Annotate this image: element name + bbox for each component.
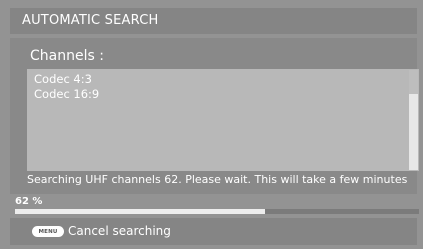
title-bar: AUTOMATIC SEARCH — [10, 8, 417, 34]
cancel-searching-button[interactable]: Cancel searching — [68, 224, 171, 238]
menu-key-icon: MENU — [32, 226, 64, 237]
list-item[interactable]: Codec 4:3 — [34, 72, 92, 86]
scrollbar[interactable] — [409, 70, 418, 170]
main-panel: Channels : Codec 4:3 Codec 16:9 Searchin… — [10, 38, 419, 194]
progress-fill — [15, 209, 266, 214]
scroll-thumb[interactable] — [409, 70, 418, 94]
dialog-frame: AUTOMATIC SEARCH Channels : Codec 4:3 Co… — [0, 0, 423, 249]
menu-key-label: MENU — [38, 228, 58, 235]
channels-label: Channels : — [30, 48, 104, 64]
page-title: AUTOMATIC SEARCH — [22, 13, 159, 28]
bottom-bar: MENU Cancel searching — [10, 218, 417, 245]
progress-bar — [15, 209, 419, 214]
channel-list[interactable]: Codec 4:3 Codec 16:9 — [27, 69, 419, 171]
status-text: Searching UHF channels 62. Please wait. … — [27, 173, 408, 186]
list-item[interactable]: Codec 16:9 — [34, 87, 99, 101]
progress-percent: 62 % — [15, 196, 43, 207]
